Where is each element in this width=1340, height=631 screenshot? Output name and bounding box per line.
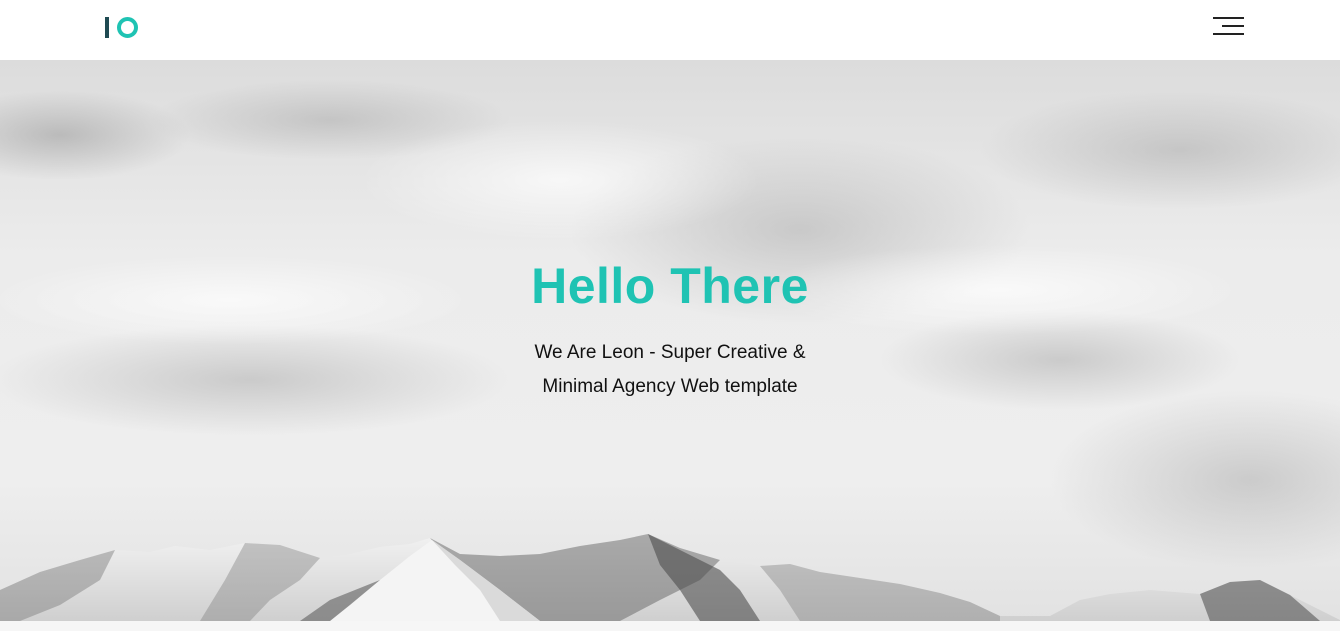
menu-line — [1213, 17, 1244, 19]
section-divider — [0, 621, 1340, 631]
hero-content: Hello There We Are Leon - Super Creative… — [0, 256, 1340, 404]
menu-line — [1222, 25, 1244, 27]
hamburger-menu-icon[interactable] — [1212, 16, 1244, 36]
logo-bar-mark — [105, 17, 109, 38]
brand-logo[interactable] — [105, 16, 141, 40]
hero-subtitle: We Are Leon - Super Creative & Minimal A… — [534, 342, 806, 397]
logo-ring-mark — [117, 17, 138, 38]
hero-title: Hello There — [531, 258, 809, 314]
hero-section: Hello There We Are Leon - Super Creative… — [0, 60, 1340, 621]
top-navbar — [0, 0, 1340, 60]
menu-line — [1213, 33, 1244, 35]
